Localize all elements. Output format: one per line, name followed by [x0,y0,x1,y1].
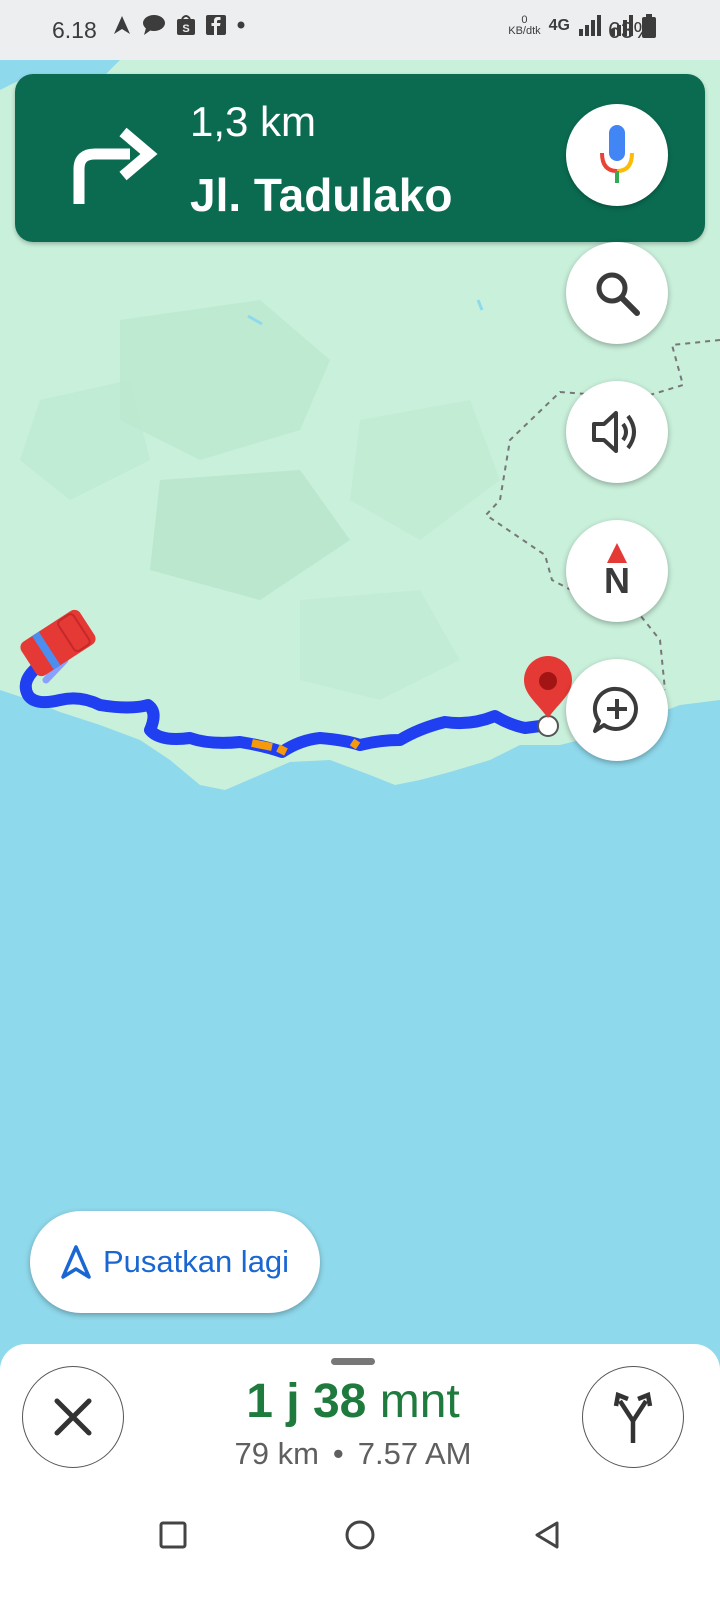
net-speed-unit: KB/dtk [508,25,541,37]
back-icon[interactable] [532,1520,562,1550]
fork-route-icon [613,1391,653,1443]
separator-dot: • [332,1436,344,1471]
navigation-arrow-icon [114,16,130,34]
add-comment-icon [592,686,638,733]
compass-button[interactable]: N [566,520,668,622]
duration-minutes: 38 [312,1375,367,1428]
duration-unit: mnt [379,1375,460,1428]
signal-icon [579,15,601,36]
recent-apps-icon[interactable] [158,1520,188,1550]
duration-hours: 1 j [246,1375,300,1428]
facebook-icon [206,15,226,35]
status-bar: 6.18 S 0 KB/dtk 4G 63% [0,0,720,60]
notification-icons: S [112,14,246,36]
search-icon [596,272,640,316]
arrival-time: 7.57 AM [357,1436,472,1471]
recenter-label: Pusatkan lagi [102,1244,290,1279]
compass-label: N [604,560,630,601]
home-icon[interactable] [344,1519,376,1551]
more-notifications-dot-icon [237,21,245,29]
sheet-drag-handle[interactable] [331,1358,375,1365]
turn-distance: 1,3 km [190,98,317,145]
microphone-icon [600,125,634,183]
shopping-bag-icon: S [177,15,195,35]
traffic-segment [349,738,361,750]
network-type: 4G [548,17,570,34]
chat-bubble-icon [143,15,165,35]
recenter-button[interactable]: Pusatkan lagi [30,1211,320,1313]
trip-distance: 79 km [234,1436,319,1471]
sound-button[interactable] [566,381,668,483]
traffic-segment [276,744,288,756]
battery-percent: 63% [607,17,654,43]
traffic-segment [251,739,273,751]
net-speed: 0 KB/dtk [508,15,540,37]
turn-right-icon [73,127,158,204]
street-name: Jl. Tadulako [190,169,453,221]
system-navigation-bar [0,1490,720,1580]
speaker-icon [592,411,636,453]
navigation-arrow-icon [61,1245,91,1279]
voice-search-button[interactable] [566,104,668,206]
search-button[interactable] [566,242,668,344]
svg-text:S: S [182,23,189,35]
status-time: 6.18 [52,17,97,43]
alternate-routes-button[interactable] [582,1366,684,1468]
add-report-button[interactable] [566,659,668,761]
